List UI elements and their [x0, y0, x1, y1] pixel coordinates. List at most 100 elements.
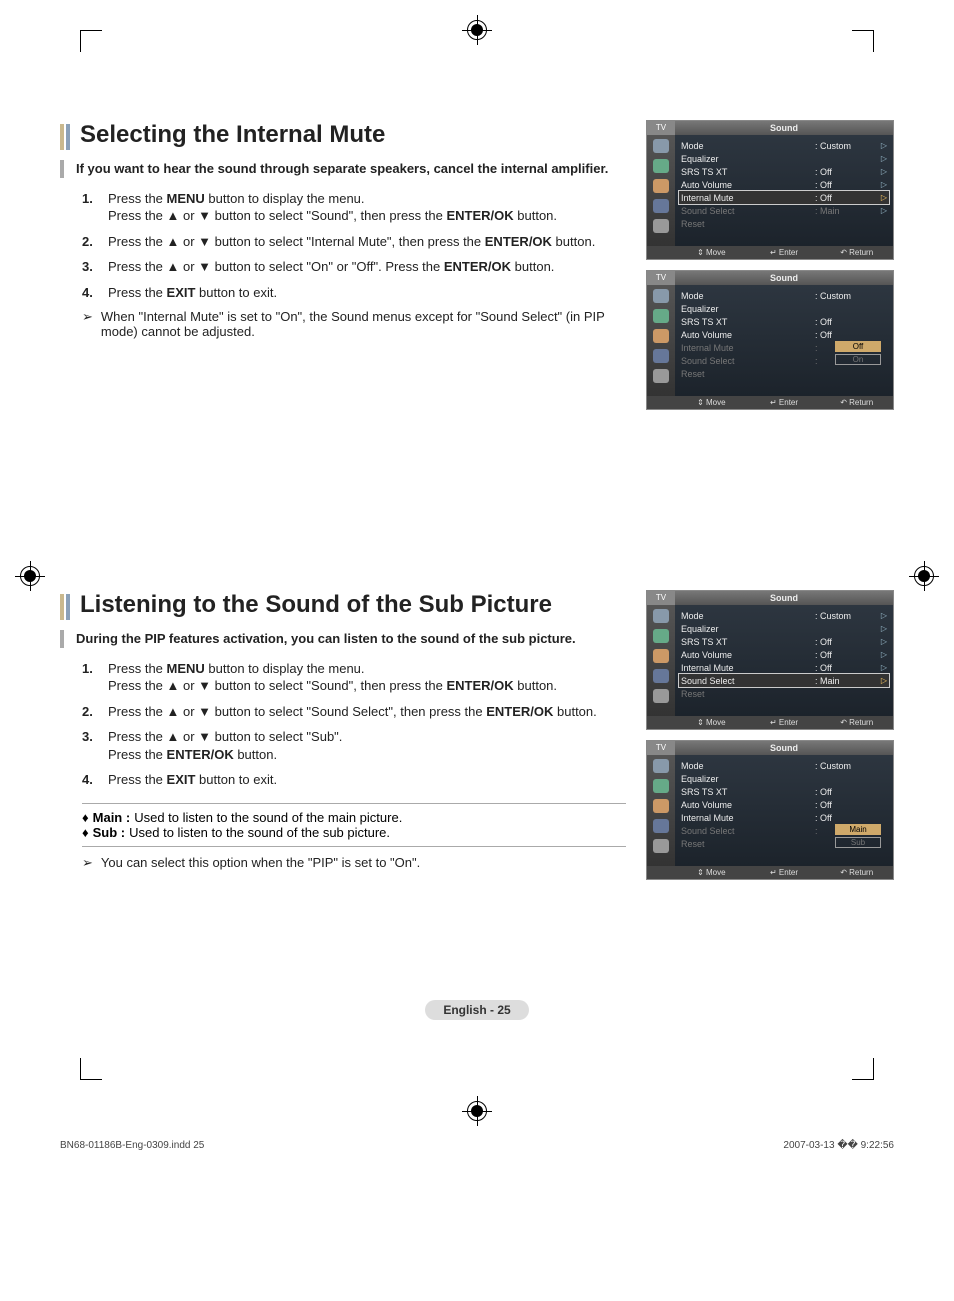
input-icon[interactable]	[653, 369, 669, 383]
osd-return-hint: ↶ Return	[820, 866, 893, 879]
note-mark-icon: ➢	[82, 309, 93, 339]
osd-row[interactable]: SRS TS XT: Off	[681, 315, 887, 328]
osd-label: Internal Mute	[681, 813, 815, 823]
osd-row[interactable]: Mode: Custom	[681, 289, 887, 302]
osd-label: Auto Volume	[681, 800, 815, 810]
section1-intro: If you want to hear the sound through se…	[76, 160, 626, 178]
osd-row[interactable]: Reset	[681, 687, 887, 700]
setup-icon[interactable]	[653, 349, 669, 363]
osd-value: : Off	[815, 650, 877, 660]
channel-icon[interactable]	[653, 329, 669, 343]
osd-row[interactable]: Mode: Custom▷	[681, 609, 887, 622]
picture-icon[interactable]	[653, 139, 669, 153]
channel-icon[interactable]	[653, 649, 669, 663]
osd-tv-label: TV	[647, 271, 675, 285]
osd-value: : Off	[815, 800, 877, 810]
setup-icon[interactable]	[653, 199, 669, 213]
sound-icon[interactable]	[653, 159, 669, 173]
sound-icon[interactable]	[653, 629, 669, 643]
setup-icon[interactable]	[653, 669, 669, 683]
osd-row[interactable]: Reset	[681, 837, 887, 850]
step-text: Press the EXIT button to exit.	[108, 771, 277, 789]
osd-label: SRS TS XT	[681, 637, 815, 647]
osd-row[interactable]: Sound Select:	[681, 354, 887, 367]
osd-row[interactable]: Auto Volume: Off	[681, 798, 887, 811]
osd-row[interactable]: Auto Volume: Off▷	[681, 648, 887, 661]
step-item: 2.Press the ▲ or ▼ button to select "Sou…	[82, 703, 626, 721]
channel-icon[interactable]	[653, 799, 669, 813]
osd-row[interactable]: Reset	[681, 367, 887, 380]
osd-row[interactable]: Internal Mute: Off	[681, 811, 887, 824]
input-icon[interactable]	[653, 839, 669, 853]
section-sub-picture-sound: Listening to the Sound of the Sub Pictur…	[60, 590, 894, 880]
osd-row[interactable]: Equalizer	[681, 302, 887, 315]
osd-row[interactable]: Mode: Custom	[681, 759, 887, 772]
osd-row[interactable]: Equalizer▷	[681, 152, 887, 165]
section1-steps: 1.Press the MENU button to display the m…	[60, 190, 626, 302]
osd-return-hint: ↶ Return	[820, 396, 893, 409]
footer-left: BN68-01186B-Eng-0309.indd 25	[60, 1140, 204, 1151]
step-text: Press the MENU button to display the men…	[108, 190, 557, 225]
osd-value: : Off	[815, 180, 877, 190]
osd-return-hint: ↶ Return	[820, 246, 893, 259]
setup-icon[interactable]	[653, 819, 669, 833]
osd-option[interactable]: Off	[835, 341, 881, 352]
picture-icon[interactable]	[653, 289, 669, 303]
osd-row[interactable]: Internal Mute: Off▷	[679, 191, 889, 204]
step-text: Press the EXIT button to exit.	[108, 284, 277, 302]
osd-label: Equalizer	[681, 624, 815, 634]
osd-row[interactable]: Sound Select:MainSub	[681, 824, 887, 837]
osd-row[interactable]: Internal Mute: Off▷	[681, 661, 887, 674]
section2-bullets: ♦ Main : Used to listen to the sound of …	[82, 803, 626, 847]
picture-icon[interactable]	[653, 609, 669, 623]
picture-icon[interactable]	[653, 759, 669, 773]
step-number: 2.	[82, 703, 98, 721]
heading-bars-icon	[60, 590, 70, 620]
step-number: 4.	[82, 771, 98, 789]
step-item: 3.Press the ▲ or ▼ button to select "On"…	[82, 258, 626, 276]
osd-label: Internal Mute	[681, 343, 815, 353]
osd-row[interactable]: Auto Volume: Off▷	[681, 178, 887, 191]
osd-category-icons	[647, 135, 675, 246]
step-number: 4.	[82, 284, 98, 302]
osd-row[interactable]: Sound Select: Main▷	[681, 204, 887, 217]
osd-title: Sound	[675, 271, 893, 285]
osd-category-icons	[647, 755, 675, 866]
osd-row[interactable]: Reset	[681, 217, 887, 230]
osd-row[interactable]: Equalizer	[681, 772, 887, 785]
osd-row[interactable]: Internal Mute:OffOn	[681, 341, 887, 354]
osd-value: : Custom	[815, 761, 877, 771]
osd-row[interactable]: SRS TS XT: Off▷	[681, 165, 887, 178]
osd-label: Mode	[681, 761, 815, 771]
osd-row[interactable]: SRS TS XT: Off	[681, 785, 887, 798]
osd-label: Mode	[681, 291, 815, 301]
section-internal-mute: Selecting the Internal Mute If you want …	[60, 120, 894, 410]
osd-label: Sound Select	[681, 826, 815, 836]
osd-label: Auto Volume	[681, 650, 815, 660]
sound-icon[interactable]	[653, 309, 669, 323]
step-item: 4. Press the EXIT button to exit.	[82, 284, 626, 302]
osd-label: Internal Mute	[681, 193, 815, 203]
osd-row[interactable]: SRS TS XT: Off▷	[681, 635, 887, 648]
osd-title: Sound	[675, 121, 893, 135]
sound-icon[interactable]	[653, 779, 669, 793]
channel-icon[interactable]	[653, 179, 669, 193]
osd-row[interactable]: Mode: Custom▷	[681, 139, 887, 152]
chevron-right-icon: ▷	[877, 193, 887, 202]
osd-row[interactable]: Equalizer▷	[681, 622, 887, 635]
input-icon[interactable]	[653, 689, 669, 703]
osd-row[interactable]: Sound Select: Main▷	[679, 674, 889, 687]
step-item: 1.Press the MENU button to display the m…	[82, 190, 626, 225]
osd-value: :	[815, 356, 877, 366]
bullet-row: ♦ Main : Used to listen to the sound of …	[82, 810, 626, 825]
osd-value: : Off	[815, 193, 877, 203]
osd-value: : Off	[815, 637, 877, 647]
input-icon[interactable]	[653, 219, 669, 233]
section2-intro: During the PIP features activation, you …	[76, 630, 626, 648]
page-number: English - 25	[425, 1000, 528, 1020]
osd-value: : Custom	[815, 141, 877, 151]
osd-option[interactable]: Main	[835, 824, 881, 835]
osd-label: Reset	[681, 689, 815, 699]
osd-return-hint: ↶ Return	[820, 716, 893, 729]
osd-row[interactable]: Auto Volume: Off	[681, 328, 887, 341]
